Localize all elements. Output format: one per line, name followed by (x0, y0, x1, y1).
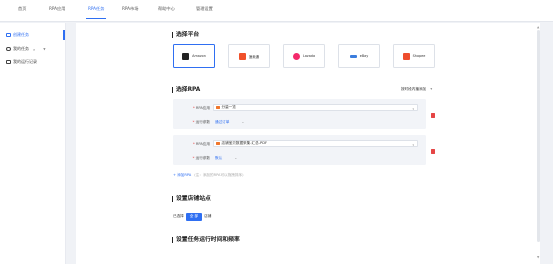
app-badge-icon (216, 141, 220, 146)
platform-ebay[interactable]: eBay (338, 44, 380, 68)
shopee-logo-icon (402, 52, 410, 60)
active-tab-underline (86, 18, 106, 20)
tab-settings[interactable]: 管理设置 (196, 6, 213, 12)
section-title-platform: 选择平台 (172, 32, 199, 38)
tab-rpa-tasks[interactable]: RPA任务 (88, 6, 104, 12)
rpa-app-label-1: * RPA应用 (192, 106, 210, 110)
ebay-logo-icon (349, 54, 357, 58)
sidebar-item-run-records[interactable]: 我的运行记录 (6, 57, 37, 67)
sidebar: 创建任务 我的任务 ⌕ ▼ 我的运行记录 (0, 23, 66, 264)
add-rpa-button[interactable]: + 添加RPA (注：添加的RPA可以拖拽排序) (173, 173, 243, 178)
platform-aliexpress[interactable]: 速卖通 (228, 44, 270, 68)
scroll-down-arrow-icon[interactable]: ▼ (537, 255, 539, 259)
list-icon (6, 59, 11, 65)
chevron-down-icon: ▾ (430, 87, 433, 91)
tab-rpa-market[interactable]: RPA市场 (122, 6, 138, 12)
tab-help-center[interactable]: 帮助中心 (158, 6, 175, 12)
person-icon (6, 46, 11, 52)
platform-shopee[interactable]: Shopee (393, 44, 435, 68)
rpa-param-select-2[interactable]: 默认 ⌄ (215, 156, 237, 161)
chevron-down-icon: ⌄ (241, 120, 245, 124)
chevron-down-icon: ⌄ (234, 156, 238, 160)
platform-lazada[interactable]: Lazada (283, 44, 325, 68)
rpa-app-select-2[interactable]: 店铺宝贝数据采集-汇总-PDF ▾ (213, 140, 418, 147)
rpa-param-label-2: * 运行参数 (192, 156, 210, 160)
section-title-rpa: 选择RPA (172, 87, 200, 93)
platform-amazon[interactable]: Amazon (173, 44, 215, 68)
chevron-down-icon: ▾ (412, 142, 414, 147)
sidebar-item-my-tasks[interactable]: 我的任务 ⌕ ▼ (6, 44, 46, 54)
chevron-down-icon[interactable]: ▼ (43, 47, 45, 51)
chevron-down-icon: ▾ (412, 106, 414, 111)
section-title-store: 设置店铺站点 (172, 196, 211, 202)
tab-home[interactable]: 首页 (18, 6, 26, 12)
sidebar-active-indicator (63, 30, 65, 40)
search-icon[interactable]: ⌕ (33, 47, 35, 52)
scrollbar-thumb[interactable] (537, 30, 540, 242)
scroll-up-arrow-icon[interactable]: ▲ (537, 25, 539, 29)
store-selection: 已选择 全 部 店铺 (173, 213, 211, 221)
delete-rpa-1-trash-icon[interactable] (431, 113, 435, 118)
delete-rpa-2-trash-icon[interactable] (431, 149, 435, 154)
all-stores-button[interactable]: 全 部 (185, 213, 203, 221)
rpa-app-select-1[interactable]: 分量一览 ▾ (213, 104, 418, 111)
rpa-param-label-1: * 运行参数 (192, 120, 210, 124)
rpa-app-label-2: * RPA应用 (192, 142, 210, 146)
amazon-logo-icon (182, 52, 190, 60)
sidebar-item-create-task[interactable]: 创建任务 (6, 30, 29, 40)
aliexpress-logo-icon (238, 52, 246, 60)
add-by-period-dropdown[interactable]: 按时段内播添加 ▾ (401, 87, 432, 92)
tab-rpa-apps[interactable]: RPA应用 (49, 6, 65, 12)
section-title-schedule: 设置任务运行时间和频率 (172, 237, 240, 243)
lazada-logo-icon (292, 52, 300, 60)
app-badge-icon (216, 105, 220, 110)
rpa-param-select-1[interactable]: 通过订单 ⌄ (215, 120, 244, 125)
top-nav: 首页 RPA应用 RPA任务 RPA市场 帮助中心 管理设置 (0, 0, 553, 22)
doc-icon (6, 32, 11, 38)
